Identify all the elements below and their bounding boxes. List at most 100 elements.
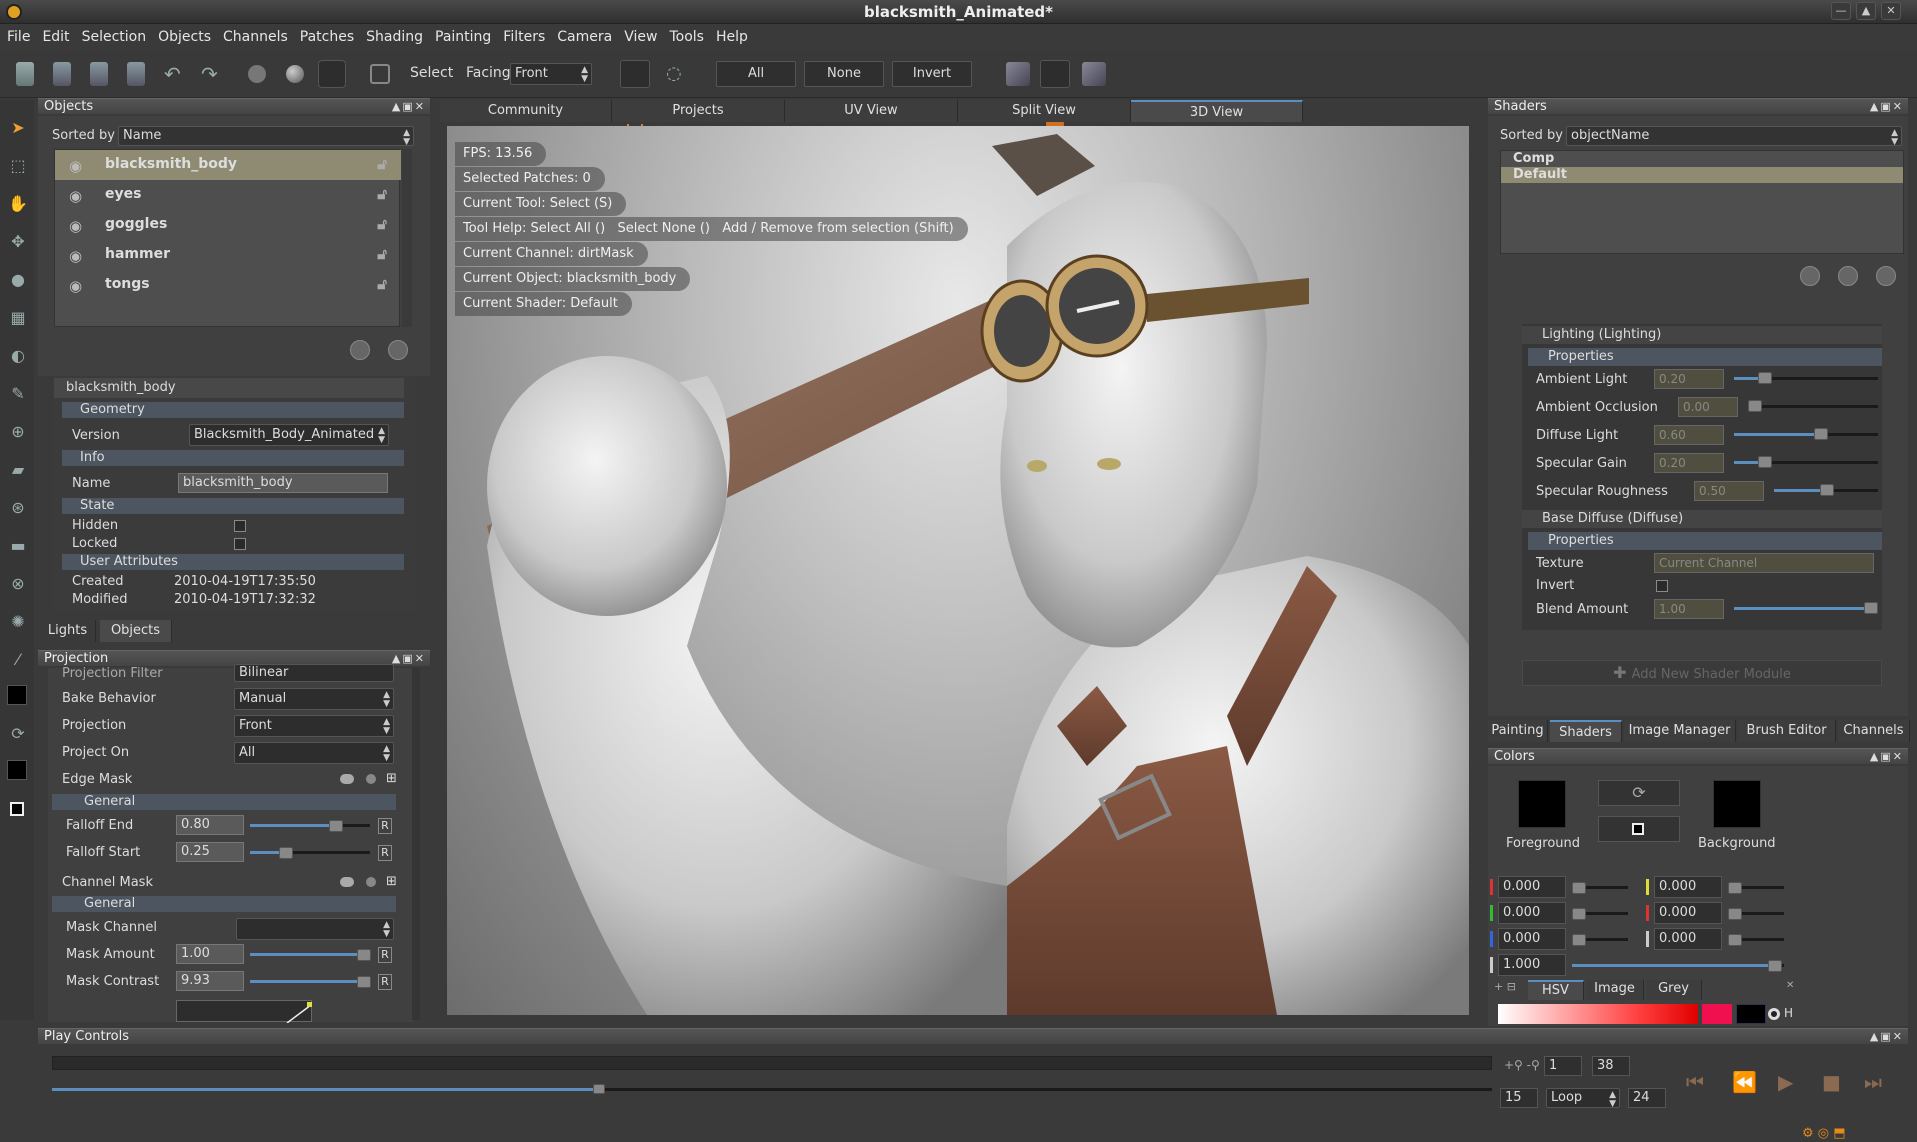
color-tab-hsv[interactable]: HSV <box>1528 980 1584 1000</box>
ambient-occlusion-slider[interactable] <box>1748 400 1878 414</box>
foreground-swatch[interactable] <box>7 685 27 705</box>
menu-selection[interactable]: Selection <box>82 25 147 49</box>
color-value-r[interactable]: 0.000 <box>1498 876 1566 898</box>
shader-row-default[interactable]: Default <box>1501 167 1903 183</box>
texture-select[interactable]: Current Channel <box>1654 553 1874 573</box>
falloff-start-field[interactable]: 0.25 <box>176 842 244 862</box>
projection-toggle-icon[interactable] <box>1006 62 1030 86</box>
marquee-select-icon[interactable] <box>620 60 650 88</box>
user-attributes-section[interactable]: User Attributes <box>62 554 404 570</box>
visibility-eye-icon[interactable]: ◉ <box>69 247 82 265</box>
clone-tool-icon[interactable]: ⊕ <box>8 422 28 442</box>
ambient-occlusion-field[interactable]: 0.00 <box>1678 397 1738 417</box>
new-file-icon[interactable] <box>16 62 34 86</box>
select-invert-button[interactable]: Invert <box>892 61 972 87</box>
3d-viewport[interactable]: FPS: 13.56 Selected Patches: 0 Current T… <box>447 126 1469 1015</box>
maximize-button[interactable]: ▲ <box>1856 2 1876 20</box>
menu-edit[interactable]: Edit <box>42 25 69 49</box>
color-value-v[interactable]: 0.000 <box>1654 928 1722 950</box>
smudge-tool-icon[interactable]: ◐ <box>8 346 28 366</box>
color-value-b[interactable]: 0.000 <box>1498 928 1566 950</box>
sun-tool-icon[interactable]: ✺ <box>8 612 28 632</box>
frame-end-field[interactable]: 38 <box>1592 1056 1630 1076</box>
geometry-section[interactable]: Geometry <box>62 402 404 418</box>
timeline-track[interactable] <box>52 1056 1492 1070</box>
panel-controls-icon[interactable]: ▲▣✕ <box>1870 99 1904 115</box>
move-tool-icon[interactable]: ✥ <box>8 232 28 252</box>
base-diffuse-section[interactable]: Base Diffuse (Diffuse) <box>1522 510 1882 528</box>
minimize-button[interactable]: — <box>1831 2 1851 20</box>
menu-view[interactable]: View <box>624 25 657 49</box>
menu-help[interactable]: Help <box>716 25 748 49</box>
lock-icon[interactable]: 🔓︎ <box>377 185 387 203</box>
diffuse-properties-section[interactable]: Properties <box>1528 532 1882 550</box>
tab-uv-view[interactable]: UV View <box>785 100 958 122</box>
menu-file[interactable]: File <box>7 25 30 49</box>
undo-icon[interactable]: ↶ <box>164 62 188 86</box>
h-radio-icon[interactable] <box>1768 1008 1780 1020</box>
falloff-end-reset-button[interactable]: R <box>378 818 392 834</box>
reset-colors-icon[interactable] <box>10 802 24 816</box>
background-swatch[interactable] <box>7 760 27 780</box>
drop-tool-icon[interactable]: ● <box>8 270 28 290</box>
go-to-end-icon[interactable]: ⏭ <box>1864 1070 1882 1094</box>
add-shader-icon[interactable] <box>1800 266 1820 286</box>
pan-tool-icon[interactable]: ✋ <box>8 194 28 214</box>
objects-sort-select[interactable]: Name ▲ ▼ <box>118 126 414 147</box>
menu-patches[interactable]: Patches <box>300 25 354 49</box>
swap-colors-button[interactable]: ⟳ <box>1598 780 1680 806</box>
visibility-eye-icon[interactable]: ◉ <box>69 217 82 235</box>
specular-roughness-field[interactable]: 0.50 <box>1694 481 1764 501</box>
lock-icon[interactable]: 🔓︎ <box>377 245 387 263</box>
alpha-value-field[interactable]: 1.000 <box>1498 954 1566 976</box>
remove-object-icon[interactable] <box>388 340 408 360</box>
mask-amount-field[interactable]: 1.00 <box>176 944 244 964</box>
projection-panel-scrollbar[interactable] <box>412 668 420 1020</box>
hidden-checkbox[interactable] <box>234 520 246 532</box>
marquee-tool-icon[interactable]: ⬚ <box>8 156 28 176</box>
menu-objects[interactable]: Objects <box>158 25 211 49</box>
panel-controls-icon[interactable]: ▲▣✕ <box>392 99 426 115</box>
wireframe-icon[interactable] <box>370 64 390 84</box>
add-swatch-icon[interactable]: + ⊟ <box>1494 980 1516 993</box>
color-value-h[interactable]: 0.000 <box>1654 876 1722 898</box>
visibility-eye-icon[interactable]: ◉ <box>69 157 82 175</box>
projection-filter-select[interactable]: Bilinear <box>234 664 394 682</box>
close-file-icon[interactable] <box>53 62 71 86</box>
current-color-swatch[interactable] <box>1702 1004 1732 1024</box>
falloff-start-reset-button[interactable]: R <box>378 845 392 861</box>
edge-mask-general-section[interactable]: General <box>52 794 396 810</box>
shaders-sort-select[interactable]: objectName ▲ ▼ <box>1566 126 1902 147</box>
object-row-eyes[interactable]: ◉ eyes 🔓︎ <box>55 180 401 210</box>
mask-contrast-reset-button[interactable]: R <box>378 974 392 990</box>
ambient-light-slider[interactable] <box>1734 372 1878 386</box>
locked-checkbox[interactable] <box>234 538 246 550</box>
step-back-icon[interactable]: ⏪ <box>1732 1070 1757 1094</box>
lighting-properties-section[interactable]: Properties <box>1528 348 1882 366</box>
select-none-button[interactable]: None <box>804 61 884 87</box>
lighting-section[interactable]: Lighting (Lighting) <box>1522 326 1882 344</box>
tile-view-icon[interactable] <box>1082 62 1106 86</box>
loop-select[interactable]: Loop ▲ ▼ <box>1546 1088 1620 1109</box>
lock-icon[interactable]: 🔓︎ <box>377 275 387 293</box>
smooth-shade-icon[interactable] <box>286 65 304 83</box>
tab-channels[interactable]: Channels <box>1838 720 1910 742</box>
curve-preview[interactable] <box>176 1000 312 1024</box>
tab-image-manager[interactable]: Image Manager <box>1624 720 1736 742</box>
h-slider[interactable] <box>1728 882 1784 894</box>
visibility-eye-icon[interactable]: ◉ <box>69 187 82 205</box>
blend-amount-slider[interactable] <box>1734 602 1878 616</box>
name-field[interactable]: blacksmith_body <box>178 473 388 493</box>
mask-channel-select[interactable]: ▲ ▼ <box>236 918 394 940</box>
frame-start-field[interactable]: 1 <box>1544 1056 1582 1076</box>
r-slider[interactable] <box>1572 882 1628 894</box>
lock-icon[interactable]: 🔓︎ <box>377 155 387 173</box>
transform-tool-icon[interactable]: ⊗ <box>8 574 28 594</box>
menu-channels[interactable]: Channels <box>223 25 288 49</box>
fps-field[interactable]: 15 <box>1500 1088 1538 1108</box>
foreground-color-swatch[interactable] <box>1518 780 1566 828</box>
channel-mask-dot-icon[interactable] <box>366 877 376 887</box>
edge-mask-add-icon[interactable]: ⊞ <box>386 771 397 786</box>
end-frame-field[interactable]: 24 <box>1628 1088 1666 1108</box>
blend-amount-field[interactable]: 1.00 <box>1654 599 1724 619</box>
